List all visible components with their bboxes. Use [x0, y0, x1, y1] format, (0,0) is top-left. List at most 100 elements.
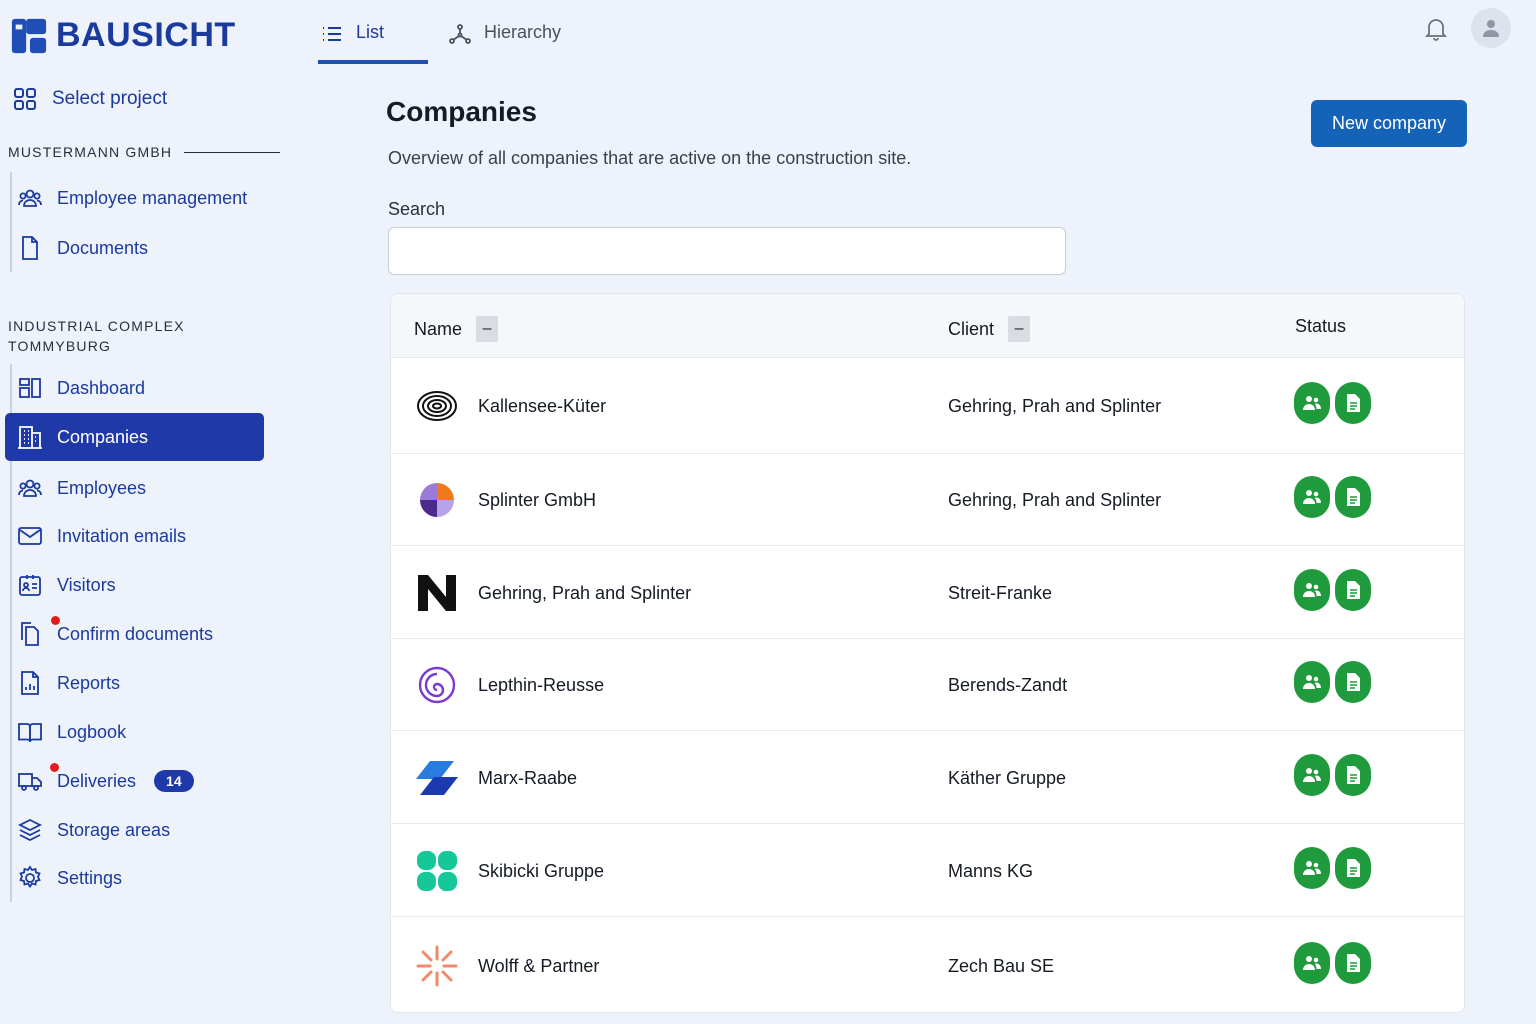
company-name[interactable]: Wolff & Partner [478, 956, 599, 977]
tab-hierarchy[interactable]: Hierarchy [448, 18, 561, 64]
documents-status-button[interactable] [1335, 754, 1371, 796]
sidebar-item-visitors[interactable]: Visitors [5, 561, 264, 609]
employees-status-icon [1303, 490, 1321, 504]
company-logo-icon [416, 757, 458, 799]
table-row[interactable]: Marx-Raabe Käther Gruppe [391, 731, 1464, 824]
company-logo-icon [416, 479, 458, 521]
avatar[interactable] [1471, 8, 1511, 48]
sidebar-item-label: Dashboard [57, 377, 146, 398]
column-header-name[interactable]: Name – [414, 316, 499, 342]
sidebar-item-dashboard[interactable]: Dashboard [5, 364, 264, 412]
employees-status-button[interactable] [1294, 942, 1330, 984]
tab-list[interactable]: List [318, 18, 428, 64]
sidebar-item-logbook[interactable]: Logbook [5, 708, 264, 756]
sidebar-item-label: Employees [57, 477, 147, 498]
document-status-icon [1347, 394, 1360, 412]
notification-dot [51, 616, 60, 625]
sidebar-item-deliveries[interactable]: Deliveries 14 [5, 757, 264, 805]
select-project-button[interactable]: Select project [12, 86, 167, 112]
status-badges [1294, 754, 1371, 796]
company-client: Gehring, Prah and Splinter [948, 490, 1162, 510]
employees-status-icon [1303, 583, 1321, 597]
documents-status-button[interactable] [1335, 476, 1371, 518]
status-badges [1294, 569, 1371, 611]
table-row[interactable]: Gehring, Prah and Splinter Streit-Franke [391, 546, 1464, 639]
users-icon [18, 479, 42, 497]
id-card-icon [19, 575, 41, 596]
sidebar-item-companies[interactable]: Companies [5, 413, 264, 461]
app-window: BAUSICHT Select project MUSTERMANN GMBH … [0, 0, 1536, 1024]
sidebar-item-label: Logbook [57, 721, 127, 742]
column-label: Status [1295, 316, 1347, 336]
list-icon [323, 27, 341, 41]
table-row[interactable]: Skibicki Gruppe Manns KG [391, 824, 1464, 917]
sidebar-item-label: Settings [57, 867, 123, 888]
sidebar-item-label: Visitors [57, 574, 116, 595]
employees-status-button[interactable] [1294, 476, 1330, 518]
company-name[interactable]: Gehring, Prah and Splinter [478, 583, 691, 604]
search-input[interactable] [388, 227, 1066, 275]
document-status-icon [1347, 766, 1360, 784]
bausicht-logo-icon [11, 18, 47, 53]
report-icon [21, 671, 39, 695]
companies-table: Name – Client – Status Kallensee-Küter Ge… [390, 293, 1465, 1013]
column-header-client[interactable]: Client – [948, 316, 1031, 342]
documents-status-button[interactable] [1335, 382, 1371, 424]
documents-status-button[interactable] [1335, 847, 1371, 889]
sidebar-item-settings[interactable]: Settings [5, 854, 264, 902]
sidebar-item-documents[interactable]: Documents [5, 224, 264, 272]
sidebar-item-reports[interactable]: Reports [5, 659, 264, 707]
company-name[interactable]: Marx-Raabe [478, 768, 577, 789]
sidebar-item-employees[interactable]: Employees [5, 464, 264, 512]
company-name[interactable]: Skibicki Gruppe [478, 861, 604, 882]
status-badges [1294, 476, 1371, 518]
company-name[interactable]: Kallensee-Küter [478, 396, 606, 417]
employees-status-icon [1303, 768, 1321, 782]
employees-status-button[interactable] [1294, 382, 1330, 424]
document-status-icon [1347, 954, 1360, 972]
table-row[interactable]: Kallensee-Küter Gehring, Prah and Splinte… [391, 358, 1464, 454]
sort-toggle-button[interactable]: – [1008, 316, 1031, 342]
employees-status-button[interactable] [1294, 569, 1330, 611]
users-icon [18, 189, 42, 207]
company-client: Gehring, Prah and Splinter [948, 396, 1162, 416]
table-row[interactable]: Lepthin-Reusse Berends-Zandt [391, 639, 1464, 731]
employees-status-button[interactable] [1294, 661, 1330, 703]
employees-status-button[interactable] [1294, 847, 1330, 889]
sidebar-item-storage-areas[interactable]: Storage areas [5, 806, 264, 854]
sidebar-item-label: Companies [57, 426, 149, 447]
documents-status-button[interactable] [1335, 942, 1371, 984]
sidebar-item-confirm-documents[interactable]: Confirm documents [5, 610, 264, 658]
grid-icon [14, 88, 36, 110]
page-title: Companies [386, 96, 537, 127]
company-client: Streit-Franke [948, 583, 1053, 603]
table-row[interactable]: Splinter GmbH Gehring, Prah and Splinter [391, 454, 1464, 546]
search-label: Search [388, 199, 446, 219]
bell-icon[interactable] [1423, 16, 1449, 42]
brand[interactable]: BAUSICHT [10, 16, 236, 55]
company-logo-icon [416, 664, 458, 706]
status-badges [1294, 847, 1371, 889]
company-client: Zech Bau SE [948, 956, 1055, 976]
documents-status-button[interactable] [1335, 661, 1371, 703]
table-row[interactable]: Wolff & Partner Zech Bau SE [391, 917, 1464, 1012]
company-client: Berends-Zandt [948, 675, 1068, 695]
column-header-status: Status [1295, 316, 1346, 337]
document-status-icon [1347, 488, 1360, 506]
document-status-icon [1347, 859, 1360, 877]
company-logo-icon [416, 385, 458, 427]
company-name[interactable]: Lepthin-Reusse [478, 675, 604, 696]
company-logo-icon [416, 945, 458, 987]
page-subtitle: Overview of all companies that are activ… [388, 148, 912, 168]
status-badges [1294, 661, 1371, 703]
org-section-title: MUSTERMANN GMBH [8, 144, 281, 160]
sort-toggle-button[interactable]: – [476, 316, 499, 342]
company-name[interactable]: Splinter GmbH [478, 490, 596, 511]
brand-name: BAUSICHT [56, 16, 236, 54]
documents-status-button[interactable] [1335, 569, 1371, 611]
employees-status-button[interactable] [1294, 754, 1330, 796]
layers-icon [17, 818, 43, 842]
sidebar-item-employee-management[interactable]: Employee management [5, 174, 264, 222]
new-company-button[interactable]: New company [1311, 100, 1467, 147]
sidebar-item-invitation-emails[interactable]: Invitation emails [5, 512, 264, 560]
